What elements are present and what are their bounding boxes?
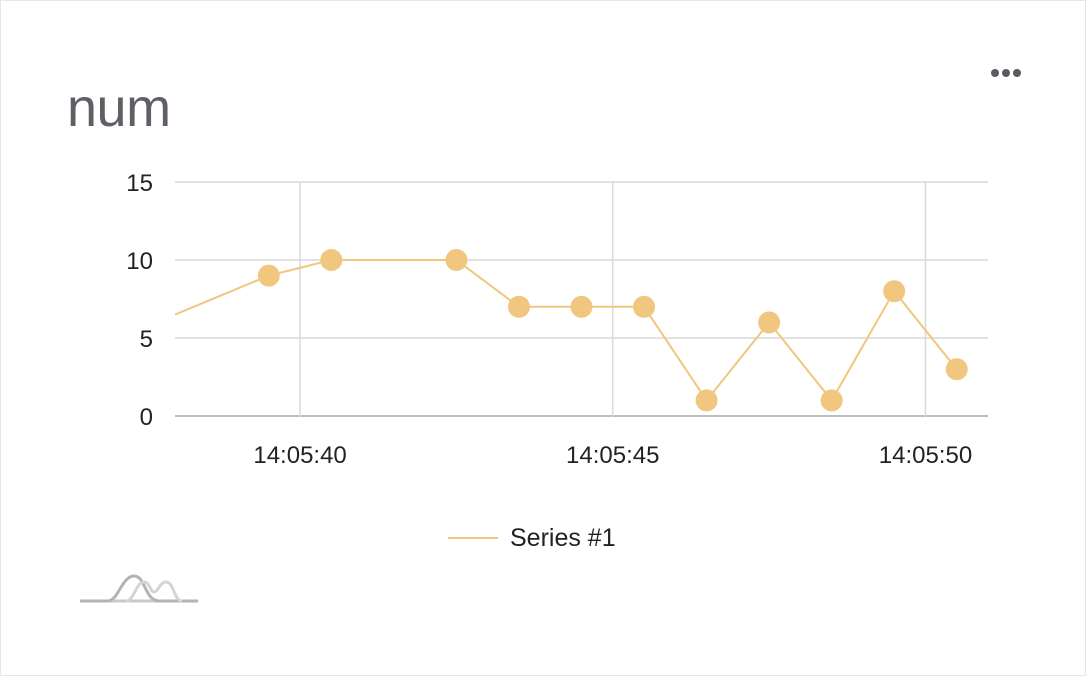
chart-tick-labels: 0 5 10 15 14:05:40 14:05:45 14:05:50 bbox=[126, 170, 972, 469]
line-chart-logo-icon bbox=[80, 574, 198, 603]
y-tick-label: 5 bbox=[140, 326, 153, 353]
x-tick-label: 14:05:50 bbox=[879, 442, 972, 469]
data-point bbox=[570, 295, 593, 318]
data-point bbox=[883, 280, 906, 303]
data-point bbox=[445, 249, 468, 271]
data-point bbox=[758, 311, 781, 334]
chart-series bbox=[174, 249, 968, 412]
x-tick-label: 14:05:40 bbox=[253, 442, 346, 469]
data-point bbox=[633, 295, 656, 318]
chart-legend[interactable]: Series #1 bbox=[448, 518, 616, 558]
data-point bbox=[820, 389, 843, 412]
series-line bbox=[174, 259, 958, 403]
data-point bbox=[945, 358, 968, 381]
y-tick-label: 0 bbox=[140, 404, 153, 431]
legend-series-label: Series #1 bbox=[510, 523, 616, 552]
legend-series-swatch bbox=[448, 537, 498, 539]
y-tick-label: 10 bbox=[126, 248, 153, 275]
y-tick-label: 15 bbox=[126, 170, 153, 197]
data-point bbox=[320, 249, 343, 271]
data-point bbox=[257, 264, 280, 287]
data-point bbox=[695, 389, 718, 412]
x-tick-label: 14:05:45 bbox=[566, 442, 659, 469]
data-point bbox=[507, 295, 530, 318]
